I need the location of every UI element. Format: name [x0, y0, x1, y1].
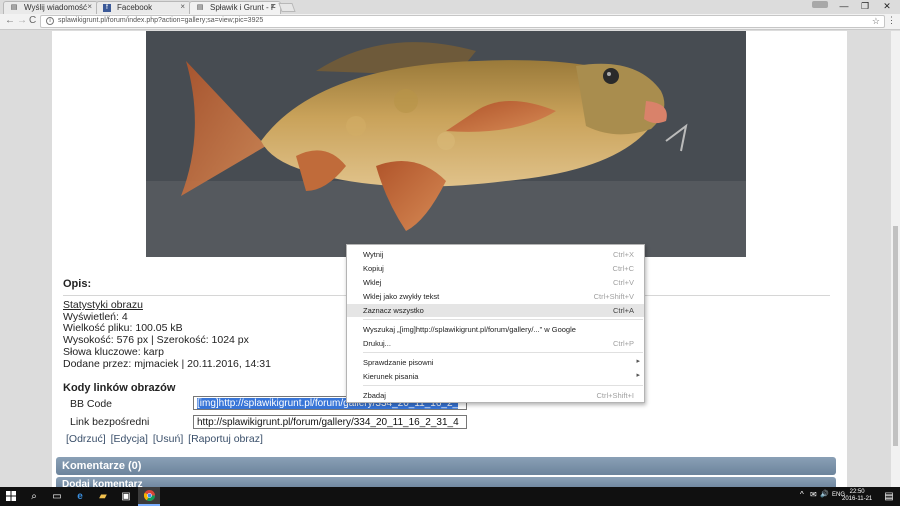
tab-strip: ▤ Wyślij wiadomość × f Facebook × ▤ Spła… [0, 0, 900, 14]
tab-facebook[interactable]: f Facebook × [96, 1, 191, 14]
context-menu: Wytnij Ctrl+X Kopiuj Ctrl+C Wklej Ctrl+V Wk… [346, 244, 645, 403]
menu-item-spellcheck[interactable]: Sprawdzanie pisowni ▸ [347, 356, 644, 369]
page-scrollbar[interactable] [891, 31, 900, 487]
clock-date: 2016-11-21 [842, 496, 873, 502]
add-comment-header: Dodaj komentarz [56, 477, 836, 487]
comments-header: Komentarze (0) [56, 457, 836, 475]
back-arrow-icon[interactable]: ← [5, 15, 15, 26]
task-view-icon[interactable]: ▭ [46, 487, 68, 506]
scrollbar-thumb[interactable] [893, 226, 898, 446]
browser-toolbar: ← → C i splawikigrunt.pl/forum/index.php… [0, 14, 900, 30]
keywords: Słowa kluczowe: karp [63, 345, 164, 358]
description-title: Opis: [63, 278, 92, 290]
close-tab-icon[interactable]: × [270, 2, 275, 11]
volume-icon[interactable]: 🔊 [820, 490, 829, 498]
menu-item-writing-direction[interactable]: Kierunek pisania ▸ [347, 370, 644, 383]
tab-title: Facebook [117, 3, 153, 12]
menu-item-print[interactable]: Drukuj... Ctrl+P [347, 337, 644, 350]
report-link[interactable]: [Raportuj obraz] [188, 433, 263, 445]
menu-separator [363, 385, 643, 386]
menu-item-paste[interactable]: Wklej Ctrl+V [347, 276, 644, 289]
tray-message-icon[interactable]: ✉ [810, 490, 817, 499]
document-icon: ▤ [10, 4, 18, 11]
carp-illustration [146, 31, 746, 257]
document-icon: ▤ [196, 4, 204, 11]
forward-arrow-icon[interactable]: → [17, 15, 27, 26]
close-tab-icon[interactable]: × [87, 2, 92, 11]
close-tab-icon[interactable]: × [180, 2, 185, 11]
maximize-button[interactable]: ❐ [857, 1, 873, 12]
close-window-button[interactable]: ✕ [879, 1, 895, 12]
image-stats: Statystyki obrazu Wyświetleń: 4 Wielkość… [63, 299, 271, 370]
chrome-icon[interactable] [138, 487, 160, 506]
edge-icon[interactable]: e [69, 487, 91, 506]
menu-item-search-google[interactable]: Wyszukaj „[img]http://splawikigrunt.pl/f… [347, 323, 644, 336]
menu-item-select-all[interactable]: Zaznacz wszystko Ctrl+A [347, 304, 644, 317]
submenu-arrow-icon: ▸ [636, 358, 640, 365]
profile-icon[interactable] [812, 1, 828, 8]
menu-item-copy[interactable]: Kopiuj Ctrl+C [347, 262, 644, 275]
search-icon[interactable]: ⌕ [23, 487, 45, 506]
tab-title: Wyślij wiadomość [24, 3, 88, 12]
edit-link[interactable]: [Edycja] [111, 433, 148, 445]
tab-title: Spławik i Grunt - F [210, 3, 276, 12]
image-actions: [Odrzuć] [Edycja] [Usuń] [Raportuj obraz… [66, 433, 265, 445]
menu-separator [363, 352, 643, 353]
added-by: Dodane przez: mjmaciek | 20.11.2016, 14:… [63, 357, 271, 370]
file-explorer-icon[interactable]: ▰ [92, 487, 114, 506]
tab-splawik-i-grunt[interactable]: ▤ Spławik i Grunt - F × [189, 1, 281, 14]
bb-code-label: BB Code [70, 398, 113, 410]
windows-taskbar: ⌕ ▭ e ▰ ▣ ^ ✉ 🔊 ENG 22:50 2016-11-21 ▤ [0, 487, 900, 506]
address-bar[interactable]: i splawikigrunt.pl/forum/index.php?actio… [40, 15, 885, 28]
menu-item-cut[interactable]: Wytnij Ctrl+X [347, 248, 644, 261]
new-tab-button[interactable] [278, 3, 296, 12]
bookmark-star-icon[interactable]: ☆ [872, 16, 880, 27]
menu-item-paste-plain[interactable]: Wklej jako zwykły tekst Ctrl+Shift+V [347, 290, 644, 303]
taskbar-clock[interactable]: 22:50 2016-11-21 [842, 489, 872, 503]
reload-icon[interactable]: C [29, 15, 36, 26]
clock-time: 22:50 [849, 489, 865, 495]
direct-link-field[interactable]: http://splawikigrunt.pl/forum/gallery/33… [193, 415, 467, 429]
carp-photo[interactable] [146, 31, 746, 257]
minimize-button[interactable]: — [836, 1, 852, 11]
chrome-menu-icon[interactable]: ⋮ [887, 15, 896, 26]
info-icon[interactable]: i [46, 17, 54, 25]
windows-start-icon[interactable] [0, 487, 22, 506]
menu-item-inspect[interactable]: Zbadaj Ctrl+Shift+I [347, 389, 644, 402]
notifications-icon[interactable]: ▤ [878, 487, 900, 506]
direct-link-label: Link bezpośredni [70, 416, 150, 428]
store-icon[interactable]: ▣ [115, 487, 137, 506]
url-text[interactable]: splawikigrunt.pl/forum/index.php?action=… [58, 17, 263, 24]
menu-separator [363, 319, 643, 320]
image-stats-link[interactable]: Statystyki obrazu [63, 299, 271, 312]
image-codes-title: Kody linków obrazów [63, 382, 176, 394]
facebook-icon: f [103, 4, 111, 12]
tab-wyslij-wiadomosc[interactable]: ▤ Wyślij wiadomość × [3, 1, 98, 14]
submenu-arrow-icon: ▸ [636, 372, 640, 379]
tray-chevron-icon[interactable]: ^ [800, 490, 804, 499]
reject-link[interactable]: [Odrzuć] [66, 433, 106, 445]
delete-link[interactable]: [Usuń] [153, 433, 183, 445]
